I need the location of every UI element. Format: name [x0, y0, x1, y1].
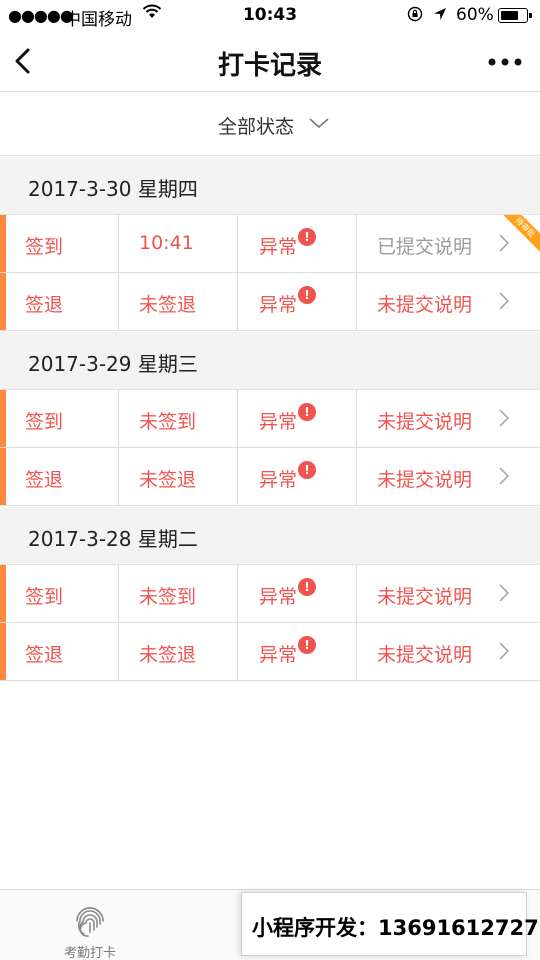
status-filter-dropdown[interactable]: 全部状态	[210, 109, 340, 139]
exclamation-icon: !	[298, 636, 316, 654]
chevron-right-icon	[499, 584, 510, 602]
more-options-icon[interactable]	[486, 52, 526, 72]
record-status: 异常	[259, 586, 298, 608]
date-label: 2017-3-29 星期三	[28, 352, 198, 376]
exclamation-icon: !	[298, 286, 316, 304]
record-note: 未提交说明	[377, 294, 473, 316]
record-type: 签到	[25, 586, 64, 608]
record-row[interactable]: 签到 10:41 异常! 已提交说明 待审批	[0, 215, 540, 273]
record-status: 异常	[259, 236, 298, 258]
promo-text: 小程序开发：13691612727	[252, 916, 539, 940]
tab-label: 考勤打卡	[63, 946, 116, 960]
record-row[interactable]: 签退 未签退 异常! 未提交说明	[0, 273, 540, 331]
record-note: 未提交说明	[377, 469, 473, 491]
record-time: 未签退	[139, 294, 197, 316]
exclamation-icon: !	[298, 403, 316, 421]
record-row[interactable]: 签退 未签退 异常! 未提交说明	[0, 448, 540, 506]
record-time: 未签退	[139, 469, 197, 491]
record-row[interactable]: 签退 未签退 异常! 未提交说明	[0, 623, 540, 681]
record-note: 已提交说明	[377, 236, 473, 258]
ribbon-label: 待审批	[504, 215, 540, 251]
record-type: 签退	[25, 644, 64, 666]
date-header: 2017-3-28 星期二	[0, 507, 540, 565]
record-status: 异常	[259, 294, 298, 316]
record-status: 异常	[259, 644, 298, 666]
record-status: 异常	[259, 411, 298, 433]
record-status: 异常	[259, 469, 298, 491]
battery-percent: 60%	[456, 5, 494, 25]
status-filter-bar: 全部状态	[0, 93, 540, 156]
chevron-right-icon	[499, 642, 510, 660]
record-note: 未提交说明	[377, 586, 473, 608]
back-arrow-icon[interactable]	[12, 46, 36, 76]
date-label: 2017-3-30 星期四	[28, 177, 198, 201]
exclamation-icon: !	[298, 578, 316, 596]
chevron-right-icon	[499, 292, 510, 310]
record-time: 未签到	[139, 411, 197, 433]
record-note: 未提交说明	[377, 411, 473, 433]
pending-approval-ribbon: 待审批	[504, 215, 540, 251]
rotation-lock-icon	[407, 6, 423, 22]
record-type: 签到	[25, 411, 64, 433]
exclamation-icon: !	[298, 461, 316, 479]
location-arrow-icon	[434, 8, 446, 20]
record-type: 签到	[25, 236, 64, 258]
record-row[interactable]: 签到 未签到 异常! 未提交说明	[0, 565, 540, 623]
record-note: 未提交说明	[377, 644, 473, 666]
exclamation-icon: !	[298, 228, 316, 246]
record-type: 签退	[25, 469, 64, 491]
chevron-down-icon	[309, 118, 329, 129]
record-row[interactable]: 签到 未签到 异常! 未提交说明	[0, 390, 540, 448]
date-header: 2017-3-29 星期三	[0, 332, 540, 390]
status-filter-label: 全部状态	[218, 116, 295, 138]
date-label: 2017-3-28 星期二	[28, 527, 198, 551]
promo-overlay: 小程序开发：13691612727	[241, 892, 539, 956]
battery-icon	[498, 8, 532, 23]
record-time: 未签到	[139, 586, 197, 608]
record-time: 未签退	[139, 644, 197, 666]
status-bar: ●●●●● 中国移动 10:43 60%	[0, 0, 540, 32]
tab-attendance-checkin[interactable]: 考勤打卡	[0, 890, 180, 960]
date-header: 2017-3-30 星期四	[0, 157, 540, 215]
chevron-right-icon	[499, 467, 510, 485]
fingerprint-icon	[76, 907, 104, 937]
record-type: 签退	[25, 294, 64, 316]
navigation-bar: 打卡记录	[0, 32, 540, 92]
chevron-right-icon	[499, 409, 510, 427]
page-title: 打卡记录	[217, 51, 322, 81]
record-time: 10:41	[139, 232, 194, 254]
